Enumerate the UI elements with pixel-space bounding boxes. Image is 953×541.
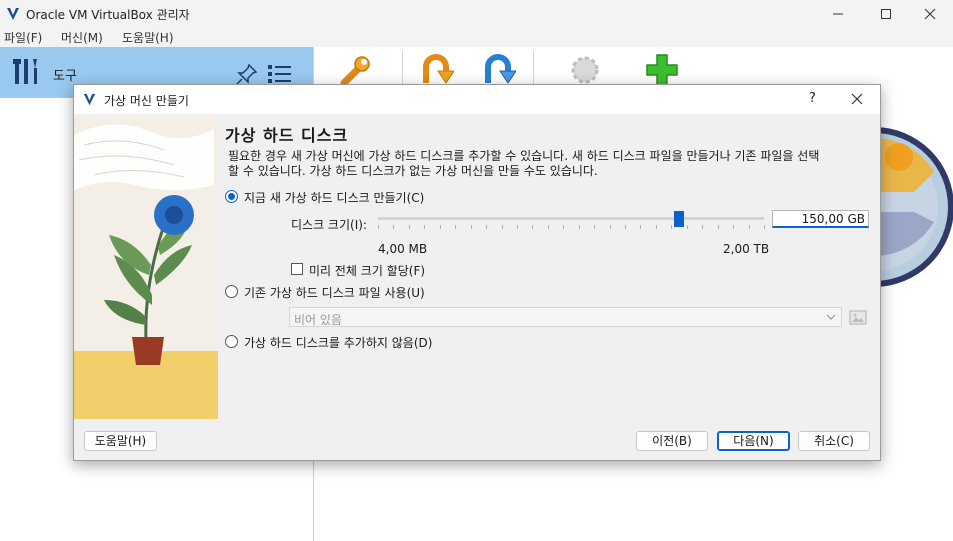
new-vm-gear-icon[interactable]: [568, 53, 602, 87]
disk-size-slider-handle[interactable]: [674, 211, 684, 227]
wizard-page: 가상 하드 디스크 필요한 경우 새 가상 머신에 가상 하드 디스크를 추가할…: [218, 115, 880, 419]
create-disk-radio[interactable]: [225, 190, 238, 203]
slider-tick: [702, 225, 703, 229]
minimize-icon: [833, 13, 843, 15]
close-dialog-icon[interactable]: [851, 93, 863, 105]
slider-tick: [548, 225, 549, 229]
browse-folder-icon[interactable]: [849, 308, 867, 326]
dialog-title: 가상 머신 만들기: [104, 94, 189, 108]
wizard-flower-illustration: [74, 115, 218, 419]
help-button[interactable]: 도움말(H): [84, 431, 157, 451]
list-menu-icon[interactable]: [267, 62, 293, 86]
sidebar-item-tools-label: 도구: [53, 69, 77, 84]
menu-machine[interactable]: 머신(M): [61, 29, 103, 46]
menu-file[interactable]: 파일(F): [4, 29, 42, 46]
maximize-button[interactable]: [863, 0, 909, 28]
slider-tick: [764, 225, 765, 229]
add-plus-icon[interactable]: [644, 52, 680, 88]
back-button[interactable]: 이전(B): [636, 431, 708, 451]
slider-max-label: 2,00 TB: [723, 242, 770, 256]
disk-size-slider-track[interactable]: [378, 217, 764, 220]
slider-tick: [625, 225, 626, 229]
create-vm-dialog: 가상 머신 만들기 ? 가상 하드 디스크 필요한 경우 새 가상 머신에 가상…: [73, 84, 881, 461]
slider-tick: [378, 225, 379, 229]
slider-tick: [440, 225, 441, 229]
slider-tick: [563, 225, 564, 229]
preallocate-checkbox[interactable]: [291, 263, 303, 275]
chevron-down-icon: [826, 314, 836, 320]
dialog-titlebar: 가상 머신 만들기 ?: [74, 85, 880, 114]
slider-tick: [471, 225, 472, 229]
pin-icon[interactable]: [235, 62, 259, 86]
existing-disk-placeholder: 비어 있음: [294, 313, 342, 327]
cancel-button[interactable]: 취소(C): [798, 431, 870, 451]
slider-tick: [656, 225, 657, 229]
existing-disk-combobox[interactable]: 비어 있음: [289, 307, 842, 327]
dialog-footer: 도움말(H) 이전(B) 다음(N) 취소(C): [74, 419, 880, 460]
no-disk-radio[interactable]: [225, 335, 238, 348]
slider-tick: [749, 225, 750, 229]
help-question-button[interactable]: ?: [809, 91, 816, 106]
existing-disk-radio[interactable]: [225, 285, 238, 298]
slider-tick: [687, 225, 688, 229]
slider-tick: [718, 225, 719, 229]
slider-tick: [610, 225, 611, 229]
disk-size-input[interactable]: 150,00 GB: [772, 210, 869, 228]
slider-min-label: 4,00 MB: [378, 242, 428, 256]
next-button[interactable]: 다음(N): [717, 431, 790, 451]
close-window-button[interactable]: [907, 0, 953, 28]
close-icon: [924, 8, 936, 20]
window-title: Oracle VM VirtualBox 관리자: [26, 8, 190, 22]
slider-tick: [486, 225, 487, 229]
slider-tick: [579, 225, 580, 229]
slider-tick: [455, 225, 456, 229]
existing-disk-label[interactable]: 기존 가상 하드 디스크 파일 사용(U): [244, 284, 425, 301]
welcome-illustration: [874, 127, 953, 287]
slider-tick: [424, 225, 425, 229]
maximize-icon: [881, 9, 891, 19]
slider-tick: [733, 225, 734, 229]
virtualbox-logo-icon: [83, 93, 96, 106]
slider-tick: [517, 225, 518, 229]
slider-tick: [532, 225, 533, 229]
menu-help[interactable]: 도움말(H): [122, 29, 174, 46]
page-description: 필요한 경우 새 가상 머신에 가상 하드 디스크를 추가할 수 있습니다. 새…: [228, 149, 820, 178]
page-title: 가상 하드 디스크: [225, 126, 349, 145]
no-disk-label[interactable]: 가상 하드 디스크를 추가하지 않음(D): [244, 334, 432, 351]
slider-tick: [594, 225, 595, 229]
tools-icon: [13, 59, 37, 84]
minimize-button[interactable]: [815, 0, 861, 28]
slider-tick: [393, 225, 394, 229]
slider-tick: [640, 225, 641, 229]
main-titlebar: Oracle VM VirtualBox 관리자: [0, 0, 953, 28]
virtualbox-logo-icon: [7, 8, 19, 20]
slider-tick: [502, 225, 503, 229]
menu-bar: 파일(F) 머신(M) 도움말(H): [0, 28, 953, 47]
slider-tick: [671, 225, 672, 229]
preallocate-label[interactable]: 미리 전체 크기 할당(F): [309, 262, 425, 279]
create-disk-label[interactable]: 지금 새 가상 하드 디스크 만들기(C): [244, 189, 424, 206]
slider-tick: [409, 225, 410, 229]
disk-size-label: 디스크 크기(I):: [291, 218, 367, 232]
